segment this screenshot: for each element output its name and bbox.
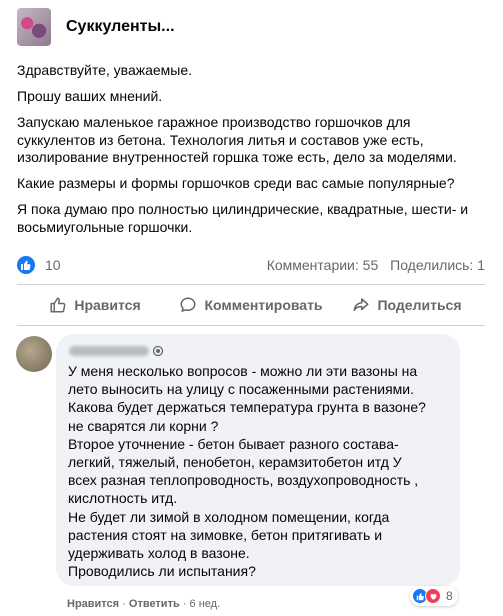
comments-count-link[interactable]: Комментарии: 55 bbox=[267, 257, 379, 273]
comment-line: кислотность итд. bbox=[68, 490, 178, 507]
group-avatar[interactable] bbox=[17, 8, 51, 46]
share-button[interactable]: Поделиться bbox=[329, 285, 485, 325]
post-paragraph: Какие размеры и формы горшочков среди ва… bbox=[17, 175, 455, 191]
group-name[interactable]: Суккуленты... bbox=[66, 18, 175, 36]
comment-line: легкий, тяжелый, пенобетон, керамзитобет… bbox=[68, 454, 402, 471]
comment-line: Второе уточнение - бетон бывает разного … bbox=[68, 435, 399, 452]
post-stats: 10 Комментарии: 55 Поделились: 1 bbox=[17, 256, 485, 276]
comment-author-name-blurred[interactable] bbox=[69, 346, 149, 356]
comment-line: удерживать холод в вазоне. bbox=[68, 545, 250, 562]
like-label: Нравится bbox=[74, 297, 141, 313]
comment-text: У меня несколько вопросов - можно ли эти… bbox=[68, 362, 453, 580]
post-body: Здравствуйте, уважаемые. Прошу ваших мне… bbox=[17, 62, 492, 245]
shares-count-link[interactable]: Поделились: 1 bbox=[390, 257, 485, 273]
comment-line: Не будет ли зимой в холодном помещении, … bbox=[68, 508, 390, 525]
separator-dot: · bbox=[122, 598, 129, 610]
heart-reaction-icon bbox=[425, 588, 441, 604]
thumbs-up-icon bbox=[49, 296, 67, 314]
comment-line: Какова будет держаться температура грунт… bbox=[68, 399, 426, 416]
comment-line: У меня несколько вопросов - можно ли эти… bbox=[68, 363, 418, 379]
divider bbox=[17, 325, 485, 326]
comment-line: Проводились ли испытания? bbox=[68, 563, 256, 580]
share-arrow-icon bbox=[352, 296, 370, 314]
comment-like-link[interactable]: Нравится bbox=[67, 598, 119, 610]
like-reaction-icon[interactable] bbox=[17, 256, 35, 274]
post-paragraph: Здравствуйте, уважаемые. bbox=[17, 62, 193, 78]
comment-line: всех разная теплопроводность, воздухопро… bbox=[68, 472, 419, 489]
comment-bubble-icon bbox=[179, 296, 197, 314]
comment-line: не сварятся ли корни ? bbox=[68, 417, 219, 434]
post-paragraph: Прошу ваших мнений. bbox=[17, 88, 163, 104]
comment-reply-link[interactable]: Ответить bbox=[129, 598, 180, 610]
comment-reactions[interactable]: 8 bbox=[410, 586, 458, 606]
post-paragraph: Запускаю маленькое гаражное производство… bbox=[17, 114, 457, 165]
post-actions-bar: Нравится Комментировать Поделиться bbox=[17, 285, 485, 325]
reaction-count: 8 bbox=[446, 589, 453, 603]
comment-bubble: У меня несколько вопросов - можно ли эти… bbox=[56, 334, 460, 586]
comment-button[interactable]: Комментировать bbox=[173, 285, 329, 325]
badge-icon bbox=[152, 344, 164, 362]
comment-actions: Нравится · Ответить · 6 нед. bbox=[67, 598, 220, 610]
like-button[interactable]: Нравится bbox=[17, 285, 173, 325]
comment-line: растения стоят на зимовке, бетон притяги… bbox=[68, 526, 383, 543]
comment-label: Комментировать bbox=[204, 297, 323, 313]
share-label: Поделиться bbox=[377, 297, 462, 313]
post-header: Суккуленты... bbox=[0, 0, 503, 55]
separator-dot: · bbox=[182, 598, 190, 610]
post-paragraph: Я пока думаю про полностью цилиндрически… bbox=[17, 201, 469, 235]
comment-line: лето выносить на улицу с посаженными рас… bbox=[68, 381, 414, 398]
commenter-avatar[interactable] bbox=[16, 336, 52, 372]
like-count[interactable]: 10 bbox=[45, 257, 61, 273]
comment-timestamp[interactable]: 6 нед. bbox=[190, 598, 221, 610]
